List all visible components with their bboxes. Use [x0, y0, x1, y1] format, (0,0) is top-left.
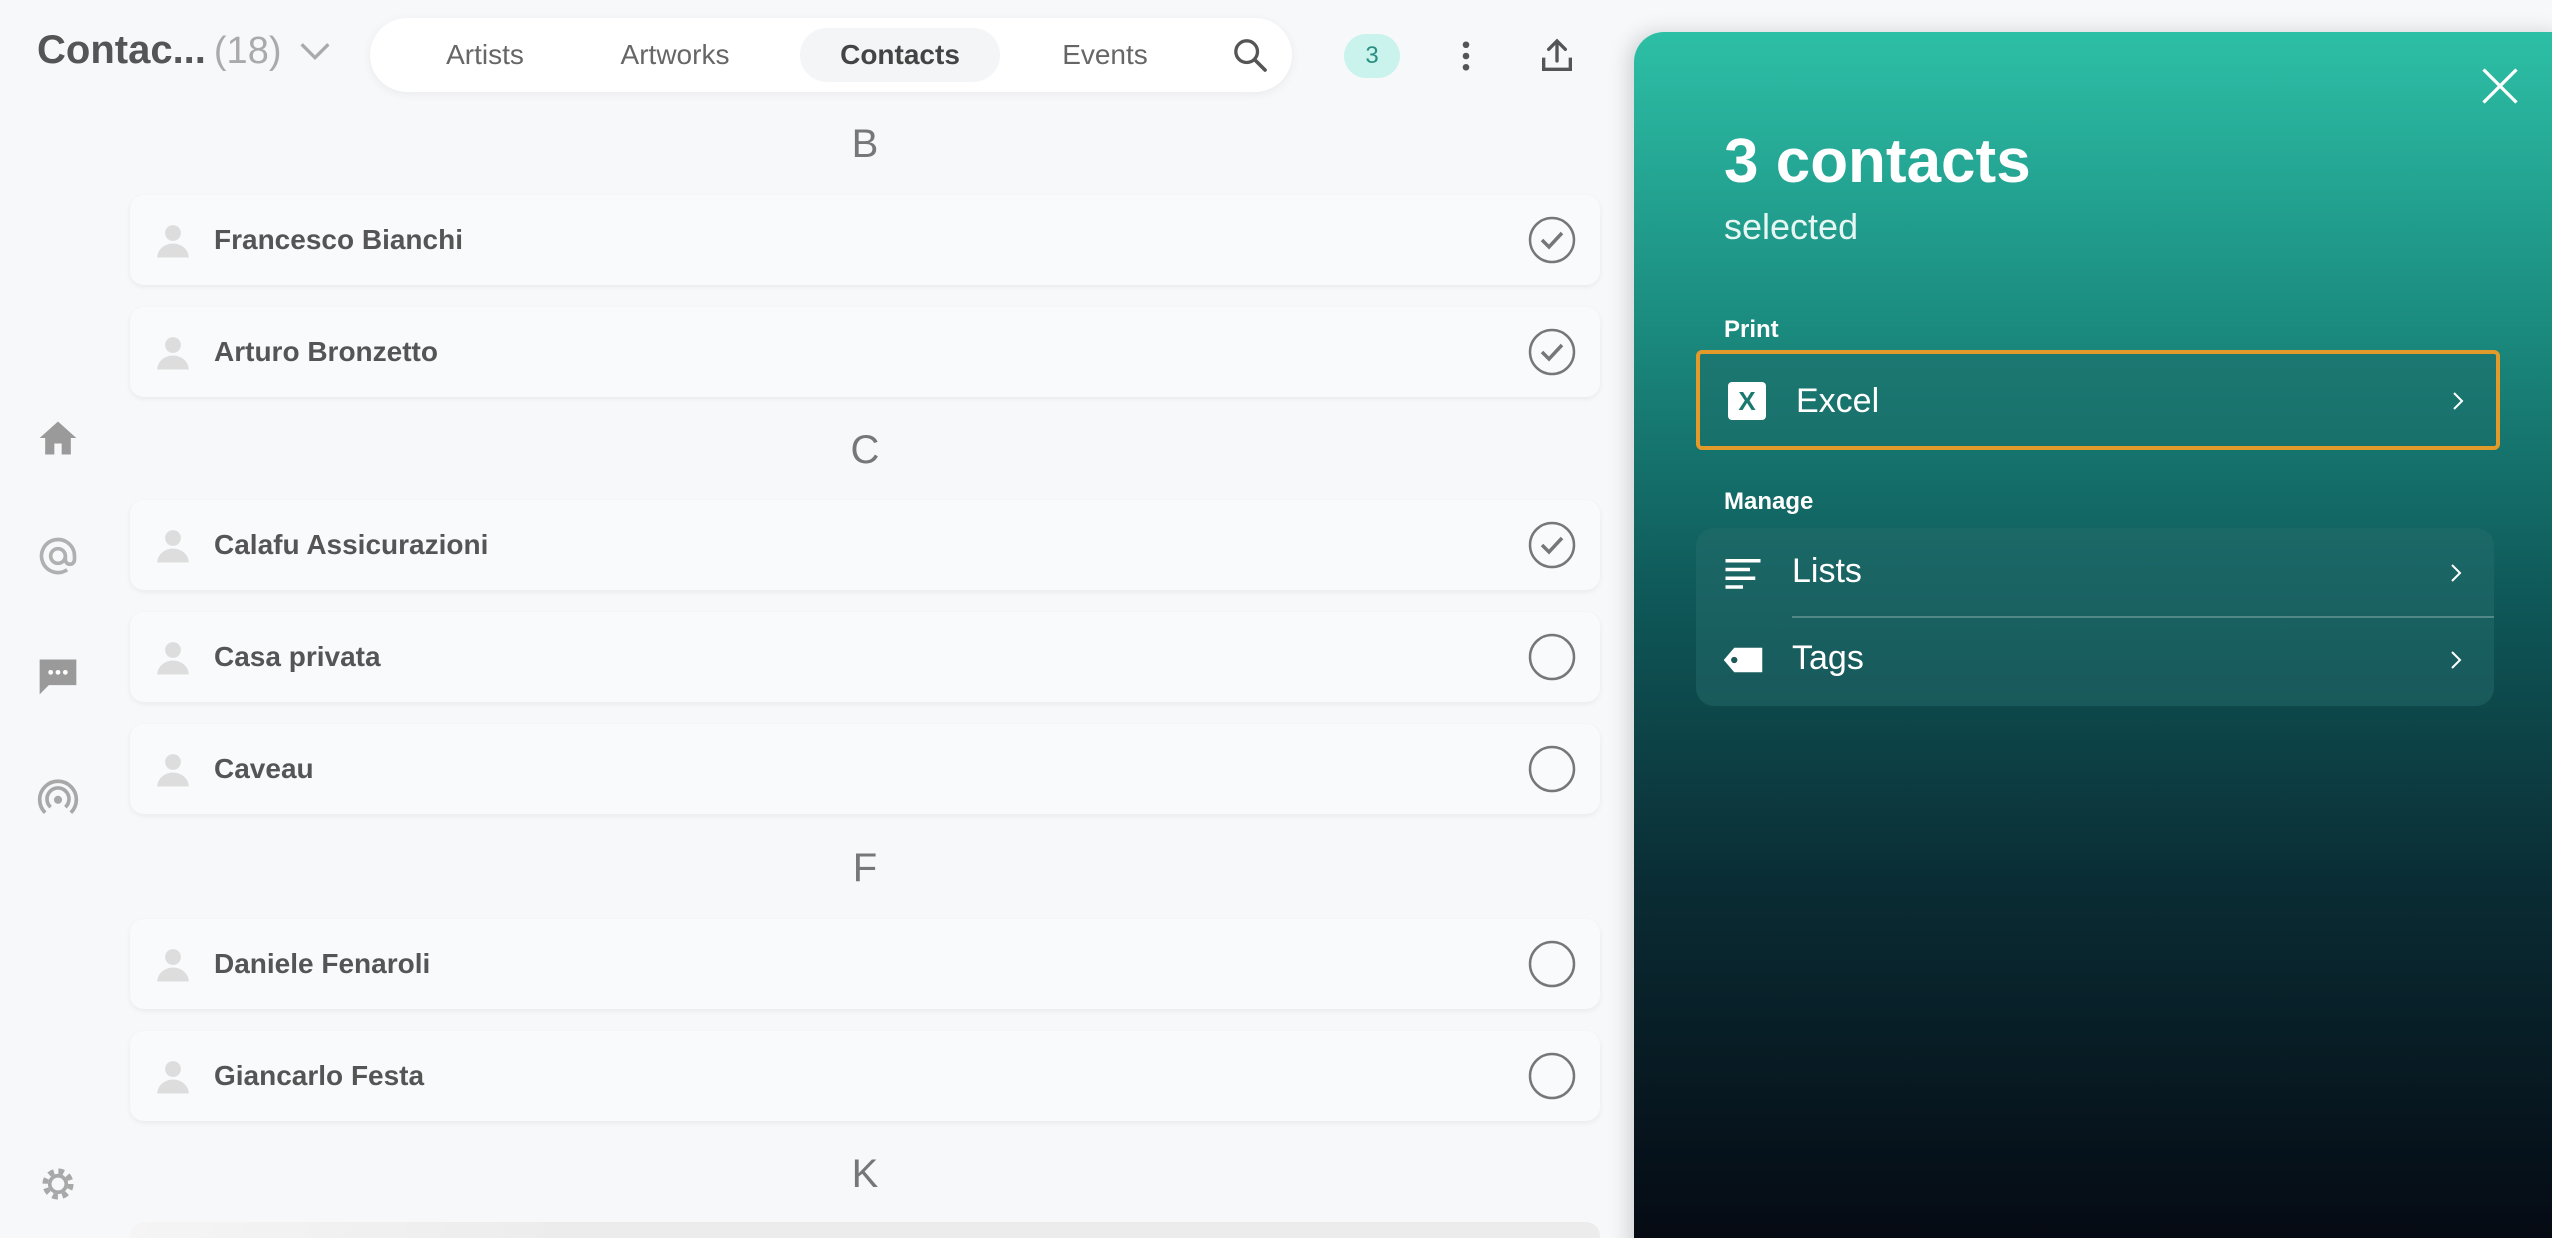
checked-circle-icon[interactable]: [1528, 216, 1576, 264]
unchecked-circle-icon[interactable]: [1528, 940, 1576, 988]
chevron-right-icon: [2453, 392, 2464, 410]
selection-count-badge[interactable]: 3: [1344, 34, 1400, 78]
contact-name: Arturo Bronzetto: [214, 336, 438, 367]
panel-subtitle: selected: [1724, 206, 1859, 247]
export-icon[interactable]: [1537, 36, 1577, 76]
contact-count: (18): [213, 30, 282, 72]
checked-circle-icon[interactable]: [1528, 328, 1576, 376]
close-icon[interactable]: [2478, 64, 2522, 108]
section-letter-f: F: [852, 846, 878, 890]
lists-label: Lists: [1792, 552, 1862, 590]
contact-name: Casa privata: [214, 641, 381, 672]
section-letter-k: K: [851, 1152, 879, 1196]
contact-name: Francesco Bianchi: [214, 224, 463, 255]
person-icon: [157, 337, 189, 370]
contact-row[interactable]: Daniele Fenaroli: [130, 919, 1600, 1009]
unchecked-circle-icon[interactable]: [1528, 633, 1576, 681]
contact-row[interactable]: Arturo Bronzetto: [130, 307, 1600, 397]
tags-label: Tags: [1792, 639, 1864, 677]
section-letter-b: B: [851, 122, 879, 166]
panel-title: 3 contacts: [1724, 127, 2031, 196]
contact-name: Giancarlo Festa: [214, 1060, 425, 1091]
checked-circle-icon[interactable]: [1528, 521, 1576, 569]
contact-name: Daniele Fenaroli: [214, 948, 431, 979]
section-letter-c: C: [850, 428, 880, 472]
manage-section-label: Manage: [1724, 488, 1814, 515]
home-icon[interactable]: [36, 416, 80, 460]
tab-events[interactable]: Events: [1030, 28, 1180, 82]
contact-row[interactable]: Caveau: [130, 724, 1600, 814]
excel-export-button[interactable]: X Excel: [1696, 350, 2500, 450]
chat-icon[interactable]: [36, 654, 80, 698]
page-title: Contac...: [37, 28, 206, 72]
broadcast-icon[interactable]: [36, 776, 80, 820]
contact-row[interactable]: Giancarlo Festa: [130, 1031, 1600, 1121]
person-icon: [157, 754, 189, 787]
contact-name: Caveau: [214, 753, 314, 784]
person-icon: [157, 225, 189, 258]
contact-row[interactable]: Calafu Assicurazioni: [130, 500, 1600, 590]
tags-button[interactable]: Tags: [1696, 617, 2494, 706]
chevron-right-icon: [2451, 564, 2462, 582]
list-row-partial: [130, 1222, 1600, 1238]
lists-button[interactable]: Lists: [1696, 528, 2494, 617]
search-icon[interactable]: [1230, 35, 1270, 75]
manage-card: Lists Tags: [1696, 528, 2494, 706]
contact-row[interactable]: Casa privata: [130, 612, 1600, 702]
unchecked-circle-icon[interactable]: [1528, 745, 1576, 793]
print-section-label: Print: [1724, 316, 1779, 343]
at-icon[interactable]: [36, 534, 80, 578]
collection-switcher[interactable]: Contac... (18): [37, 28, 335, 73]
app-root: Contac... (18) Artists Artworks Contacts…: [0, 0, 2552, 1238]
chevron-down-icon[interactable]: [295, 31, 335, 71]
tab-artworks[interactable]: Artworks: [590, 28, 760, 82]
excel-label: Excel: [1796, 382, 1880, 420]
person-icon: [157, 642, 189, 675]
excel-icon: X: [1728, 382, 1766, 420]
main-tabbar: Artists Artworks Contacts Events: [370, 18, 1292, 92]
person-icon: [157, 1061, 189, 1094]
lists-icon: [1725, 559, 1761, 589]
tab-contacts[interactable]: Contacts: [800, 28, 1000, 82]
more-vertical-icon[interactable]: [1448, 36, 1484, 76]
person-icon: [157, 949, 189, 982]
chevron-right-icon: [2451, 651, 2462, 669]
settings-icon[interactable]: [36, 1162, 80, 1206]
contact-name: Calafu Assicurazioni: [214, 529, 489, 560]
tag-icon: [1723, 647, 1763, 673]
tab-artists[interactable]: Artists: [410, 28, 560, 82]
unchecked-circle-icon[interactable]: [1528, 1052, 1576, 1100]
person-icon: [157, 530, 189, 563]
contact-row[interactable]: Francesco Bianchi: [130, 195, 1600, 285]
